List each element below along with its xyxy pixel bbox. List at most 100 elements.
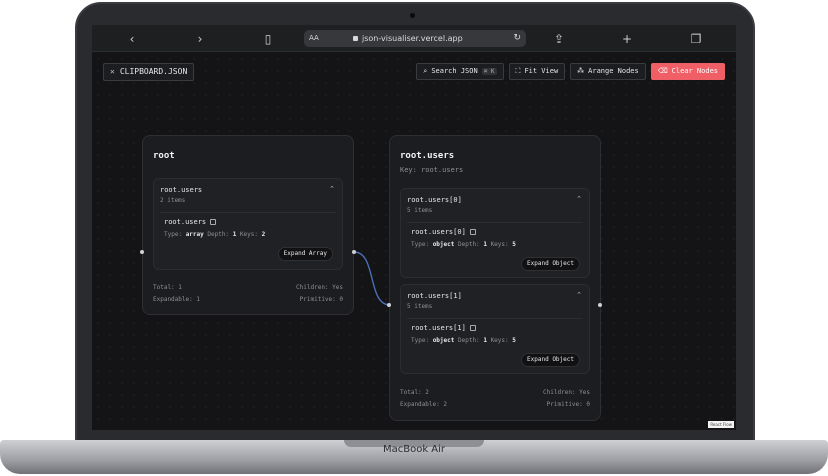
section-title: root.users[1] [407, 292, 462, 300]
detail-path: root.users[0] [411, 228, 476, 236]
new-tab-icon[interactable]: + [619, 31, 635, 47]
node-handle[interactable] [140, 250, 144, 254]
expand-object-button[interactable]: Expand Object [521, 257, 580, 271]
forward-icon[interactable]: › [192, 31, 208, 47]
tabs-overview-icon[interactable]: ❐ [688, 31, 704, 47]
path-text: root.users [164, 218, 207, 226]
section-users-0: root.users[0] 5 items ⌃ root.users[0] Ty… [400, 188, 590, 278]
path-text: root.users[1] [411, 324, 466, 332]
shortcut-badge: ⌘ K [481, 68, 497, 75]
book-icon[interactable]: ▯ [260, 31, 276, 47]
fit-view-label: Fit View [524, 67, 559, 75]
section-title: root.users[0] [407, 196, 462, 204]
node-title: root.users [400, 151, 455, 161]
stat-expandable: Expandable: 2 [400, 401, 447, 408]
section-users-1: root.users[1] 5 items ⌃ root.users[1] Ty… [400, 284, 590, 374]
back-icon[interactable]: ‹ [124, 31, 140, 47]
keys-label: Keys: [239, 231, 258, 238]
expand-object-button[interactable]: Expand Object [521, 353, 580, 367]
stat-children: Children: Yes [296, 284, 343, 291]
node-stats: Total: 2 Children: Yes [400, 389, 590, 396]
browser-toolbar: ‹ › ▯ AA json-visualiser.vercel.app ↻ ⇪ … [92, 25, 736, 52]
clear-label: Clear Nodes [671, 67, 718, 75]
node-key: Key: root.users [400, 166, 464, 174]
stat-children: Children: Yes [543, 389, 590, 396]
fit-view-icon: ⛶ [515, 67, 521, 75]
chevron-up-icon[interactable]: ⌃ [329, 185, 335, 193]
stat-total: Total: 2 [400, 389, 429, 396]
detail-path: root.users [164, 218, 217, 226]
node-root[interactable]: root root.users 2 items ⌃ root.users Typ… [142, 135, 354, 315]
detail-path: root.users[1] [411, 324, 476, 332]
attribution[interactable]: React Flow [708, 421, 734, 428]
share-icon[interactable]: ⇪ [551, 31, 567, 47]
reload-icon[interactable]: ↻ [513, 30, 521, 47]
copy-icon[interactable] [210, 219, 217, 225]
depth-label: Depth: [458, 337, 480, 344]
flow-canvas[interactable]: ✕ CLIPBOARD.JSON ⌕ Search JSON ⌘ K ⛶ Fit Vie… [92, 53, 736, 430]
copy-icon[interactable] [469, 229, 476, 235]
node-handle[interactable] [352, 250, 356, 254]
detail-meta: Type: object Depth: 1 Keys: 5 [411, 337, 516, 344]
chevron-up-icon[interactable]: ⌃ [576, 195, 582, 203]
depth-value: 1 [232, 231, 237, 238]
depth-value: 1 [483, 337, 487, 344]
copy-icon[interactable] [469, 325, 476, 331]
type-value: object [432, 337, 455, 344]
stat-primitive: Primitive: 0 [299, 296, 343, 303]
keys-value: 5 [512, 241, 516, 248]
search-icon: ⌕ [423, 67, 428, 75]
node-handle[interactable] [598, 303, 602, 307]
camera-icon [410, 13, 415, 18]
edge-root-users [353, 251, 391, 306]
node-root-users[interactable]: root.users Key: root.users root.users[0]… [389, 135, 601, 421]
depth-label: Depth: [458, 241, 480, 248]
chevron-up-icon[interactable]: ⌃ [576, 291, 582, 299]
trash-icon: ⌫ [657, 67, 668, 75]
type-value: object [432, 241, 455, 248]
text-size-button[interactable]: AA [309, 30, 319, 47]
clear-nodes-button[interactable]: ⌫ Clear Nodes [650, 63, 725, 80]
type-label: Type: [411, 241, 430, 248]
stat-expandable: Expandable: 1 [153, 296, 200, 303]
section-count: 2 items [160, 197, 186, 204]
node-stats: Expandable: 1 Primitive: 0 [153, 296, 343, 303]
path-text: root.users[0] [411, 228, 466, 236]
section-detail: root.users Type: array Depth: 1 Keys: 2 … [160, 212, 336, 261]
expand-array-button[interactable]: Expand Array [277, 247, 333, 261]
close-icon[interactable]: ✕ [110, 67, 115, 76]
keys-value: 5 [512, 337, 516, 344]
action-bar: ⌕ Search JSON ⌘ K ⛶ Fit View ⁂ Arange Nodes … [416, 63, 725, 80]
section-detail: root.users[0] Type: object Depth: 1 Keys… [407, 222, 583, 271]
section-detail: root.users[1] Type: object Depth: 1 Keys… [407, 318, 583, 367]
fit-view-button[interactable]: ⛶ Fit View [508, 63, 566, 80]
keys-label: Keys: [490, 337, 509, 344]
arrange-nodes-button[interactable]: ⁂ Arange Nodes [570, 63, 646, 80]
type-label: Type: [164, 231, 183, 238]
section-title: root.users [160, 186, 203, 194]
stat-primitive: Primitive: 0 [546, 401, 590, 408]
detail-meta: Type: array Depth: 1 Keys: 2 [164, 231, 265, 238]
url-text[interactable]: json-visualiser.vercel.app [362, 30, 463, 47]
search-json-button[interactable]: ⌕ Search JSON ⌘ K [416, 63, 504, 80]
node-handle[interactable] [387, 303, 391, 307]
keys-label: Keys: [490, 241, 509, 248]
node-stats: Expandable: 2 Primitive: 0 [400, 401, 590, 408]
browser-window: ‹ › ▯ AA json-visualiser.vercel.app ↻ ⇪ … [92, 25, 736, 430]
type-value: array [185, 231, 204, 238]
address-bar[interactable]: AA json-visualiser.vercel.app ↻ [304, 30, 526, 47]
file-chip[interactable]: ✕ CLIPBOARD.JSON [103, 63, 195, 81]
section-root-users: root.users 2 items ⌃ root.users Type: ar… [153, 178, 343, 270]
search-label: Search JSON [431, 67, 478, 75]
stat-total: Total: 1 [153, 284, 182, 291]
lock-icon [353, 36, 358, 41]
node-stats: Total: 1 Children: Yes [153, 284, 343, 291]
depth-label: Depth: [207, 231, 230, 238]
file-name: CLIPBOARD.JSON [119, 67, 188, 76]
arrange-label: Arange Nodes [588, 67, 639, 75]
detail-meta: Type: object Depth: 1 Keys: 5 [411, 241, 516, 248]
type-label: Type: [411, 337, 430, 344]
section-count: 5 items [407, 303, 433, 310]
keys-value: 2 [261, 231, 266, 238]
arrange-icon: ⁂ [577, 67, 585, 75]
